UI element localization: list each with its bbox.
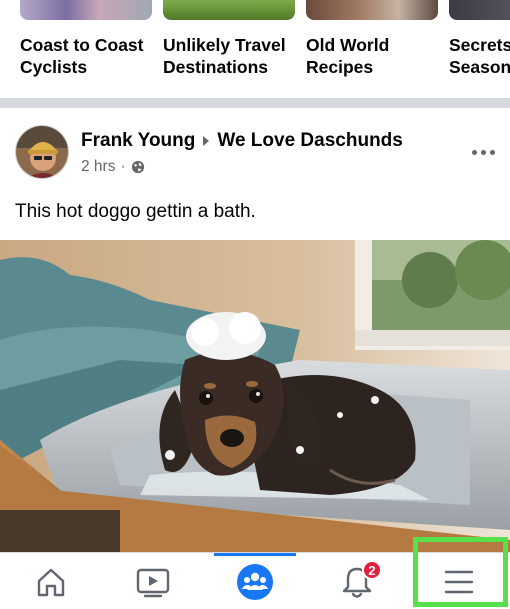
meta-separator: ·: [120, 158, 126, 175]
post-text: This hot doggo gettin a bath.: [15, 201, 256, 222]
avatar-image: [16, 126, 68, 178]
dachshund-photo: [0, 240, 510, 552]
group-card-title: Coast to Coast Cyclists: [20, 34, 170, 78]
globe-icon: [131, 160, 144, 174]
more-options-button[interactable]: [466, 144, 500, 160]
post-timestamp[interactable]: 2 hrs: [81, 158, 115, 176]
group-card-title-line: Old World: [306, 35, 390, 55]
group-card-title-line: Coast to Coast: [20, 35, 144, 55]
group-card-title: Old World Recipes: [306, 34, 456, 78]
group-card-unlikely-travel[interactable]: Unlikely Travel Destinations: [163, 0, 295, 98]
tab-watch[interactable]: [102, 553, 204, 609]
group-card-title-line: Destinations: [163, 57, 269, 77]
group-card-thumbnail: [20, 0, 152, 20]
group-card-old-world-recipes[interactable]: Old World Recipes: [306, 0, 438, 98]
post-photo[interactable]: [0, 240, 510, 552]
home-icon: [37, 568, 65, 596]
tab-groups[interactable]: [204, 553, 306, 609]
notification-badge: 2: [362, 560, 382, 580]
group-suggestions-carousel: Coast to Coast Cyclists Unlikely Travel …: [0, 0, 510, 98]
group-card-title-line: Unlikely Travel: [163, 35, 286, 55]
group-card-thumbnail: [163, 0, 295, 20]
author-name[interactable]: Frank Young: [81, 130, 195, 152]
video-icon: [136, 568, 170, 597]
more-dot: [471, 149, 477, 155]
group-card-title: Secrets Season: [449, 34, 510, 78]
groups-icon: [237, 563, 273, 600]
group-card-thumbnail: [449, 0, 510, 20]
feed-post: Frank Young We Love Daschunds 2 hrs · Th…: [0, 108, 510, 552]
group-card-title-line: Cyclists: [20, 57, 88, 77]
menu-highlight-box: [413, 537, 508, 607]
group-card-title-line: Recipes: [306, 57, 374, 77]
section-divider: [0, 98, 510, 108]
tab-home[interactable]: [0, 553, 102, 609]
group-card-coast-to-coast[interactable]: Coast to Coast Cyclists: [20, 0, 152, 98]
group-card-title-line: Secrets: [449, 35, 510, 55]
group-card-title: Unlikely Travel Destinations: [163, 34, 313, 78]
group-card-thumbnail: [306, 0, 438, 20]
group-card-secrets[interactable]: Secrets Season: [449, 0, 510, 98]
tab-notifications[interactable]: [306, 553, 408, 609]
post-meta: 2 hrs ·: [81, 158, 145, 176]
post-header-title: Frank Young We Love Daschunds: [81, 130, 403, 152]
group-name[interactable]: We Love Daschunds: [217, 130, 402, 152]
group-card-title-line: Season: [449, 57, 510, 77]
more-dot: [489, 149, 495, 155]
caret-right-icon: [203, 136, 210, 146]
avatar[interactable]: [15, 125, 69, 179]
more-dot: [480, 149, 486, 155]
